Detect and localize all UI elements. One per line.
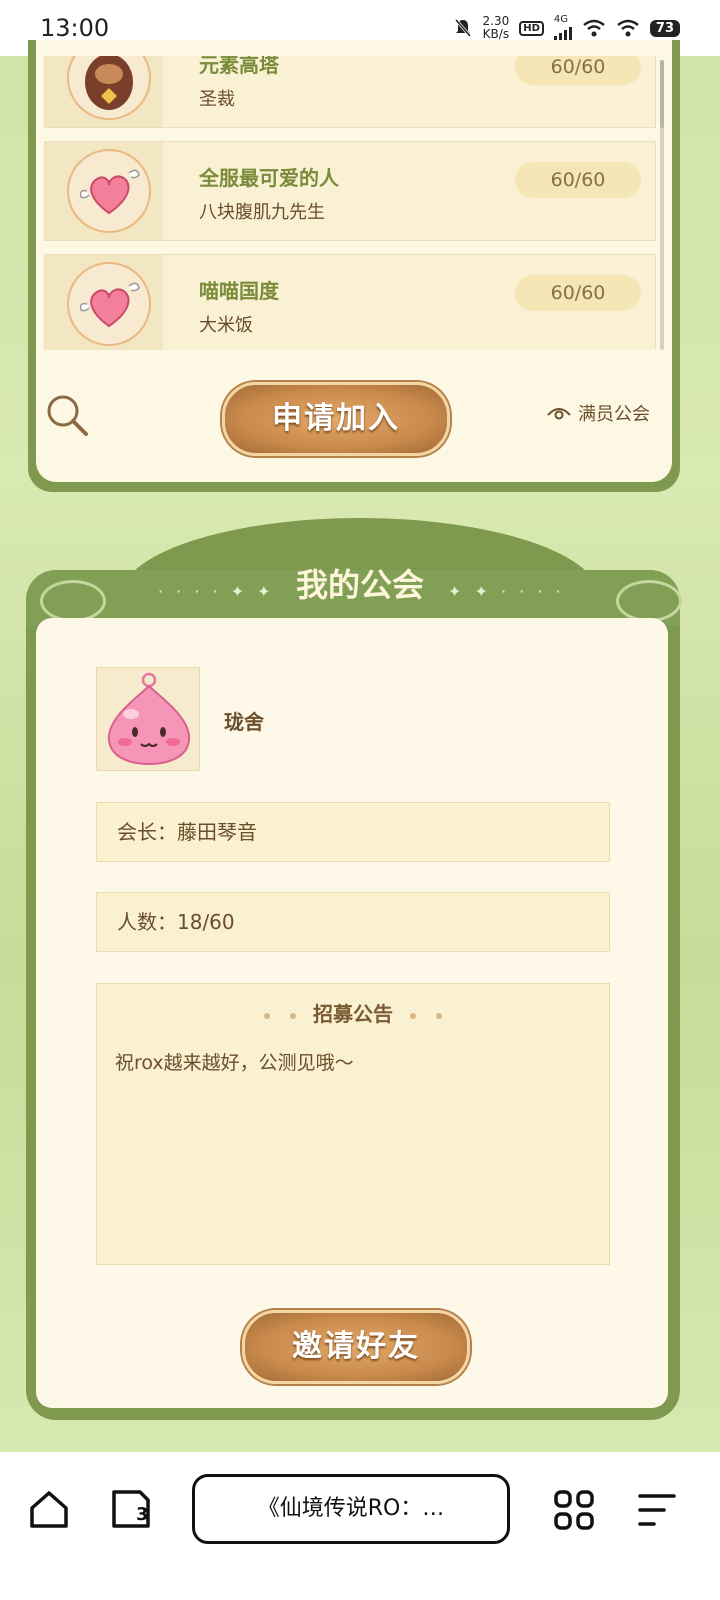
- my-guild-title: 我的公会: [295, 566, 424, 604]
- status-time: 13:00: [40, 14, 110, 42]
- wifi-icon: [617, 19, 639, 37]
- apply-join-label: 申请加入: [272, 401, 400, 436]
- signal-icon: 4G: [553, 14, 572, 41]
- address-text: 《仙境传说RO：…: [257, 1496, 445, 1521]
- recruit-notice-text: 祝rox越来越好，公测见哦～: [115, 1052, 354, 1074]
- guild-list-item[interactable]: 元素高塔 圣裁 60/60: [44, 56, 656, 128]
- dot-ornament: [409, 1012, 416, 1019]
- guild-leader-info: 会长：藤田琴音: [96, 802, 610, 862]
- winged-heart-icon: [67, 149, 151, 233]
- guild-leader: 圣裁: [199, 89, 235, 110]
- menu-icon[interactable]: [638, 1492, 676, 1528]
- apps-grid-icon[interactable]: [554, 1490, 594, 1530]
- battery-icon: 73: [649, 19, 680, 37]
- invite-friend-label: 邀请好友: [292, 1329, 420, 1364]
- full-guild-label: 满员公会: [578, 404, 650, 425]
- tab-count: 3: [136, 1504, 149, 1525]
- dot-ornament: [264, 1012, 271, 1019]
- pink-poring-icon: [107, 672, 191, 766]
- eye-icon: [547, 408, 571, 420]
- guild-list-item[interactable]: 全服最可爱的人 八块腹肌九先生 60/60: [44, 141, 656, 241]
- guild-list: 元素高塔 圣裁 60/60 全服最可爱的人 八块腹肌九先生 60/60 喵喵国度…: [44, 56, 660, 350]
- wifi-plus-icon: [583, 19, 605, 37]
- search-icon[interactable]: [44, 392, 90, 438]
- guild-name: 元素高塔: [199, 56, 279, 77]
- apply-join-button[interactable]: 申请加入: [222, 382, 450, 456]
- guild-member-count: 60/60: [515, 162, 641, 198]
- guild-leader: 八块腹肌九先生: [199, 202, 325, 223]
- my-guild-name: 珑舍: [224, 710, 264, 734]
- invite-friend-button[interactable]: 邀请好友: [242, 1310, 470, 1384]
- winged-heart-icon: [67, 262, 151, 346]
- dot-ornament: [435, 1012, 442, 1019]
- guild-member-info: 人数：18/60: [96, 892, 610, 952]
- guild-name: 全服最可爱的人: [199, 166, 339, 190]
- browser-nav-bar: 3 《仙境传说RO：…: [0, 1452, 720, 1600]
- recruit-notice-heading: 招募公告: [97, 998, 609, 1027]
- tabs-icon[interactable]: 3: [110, 1488, 152, 1530]
- net-speed: 2.30 KB/s: [483, 15, 510, 41]
- home-icon[interactable]: [28, 1488, 70, 1530]
- address-bar[interactable]: 《仙境传说RO：…: [192, 1474, 510, 1544]
- hd-icon: HD: [519, 20, 544, 36]
- guild-member-count: 60/60: [515, 56, 641, 85]
- mute-bell-icon: [454, 19, 471, 37]
- list-scrollbar[interactable]: [660, 60, 664, 128]
- status-icons: 2.30 KB/s HD 4G 73: [453, 15, 680, 41]
- recruit-notice-box: 招募公告 祝rox越来越好，公测见哦～: [96, 983, 610, 1265]
- dot-ornament: [290, 1012, 297, 1019]
- network-type: 4G: [553, 14, 569, 25]
- guild-name: 喵喵国度: [199, 279, 279, 303]
- recruit-notice-title: 招募公告: [313, 1002, 393, 1026]
- full-guild-toggle[interactable]: 满员公会: [546, 400, 650, 426]
- guild-member-count: 60/60: [515, 275, 641, 311]
- guild-list-item[interactable]: 喵喵国度 大米饭 60/60: [44, 254, 656, 350]
- guild-avatar: [96, 667, 200, 771]
- guild-leader: 大米饭: [199, 315, 253, 336]
